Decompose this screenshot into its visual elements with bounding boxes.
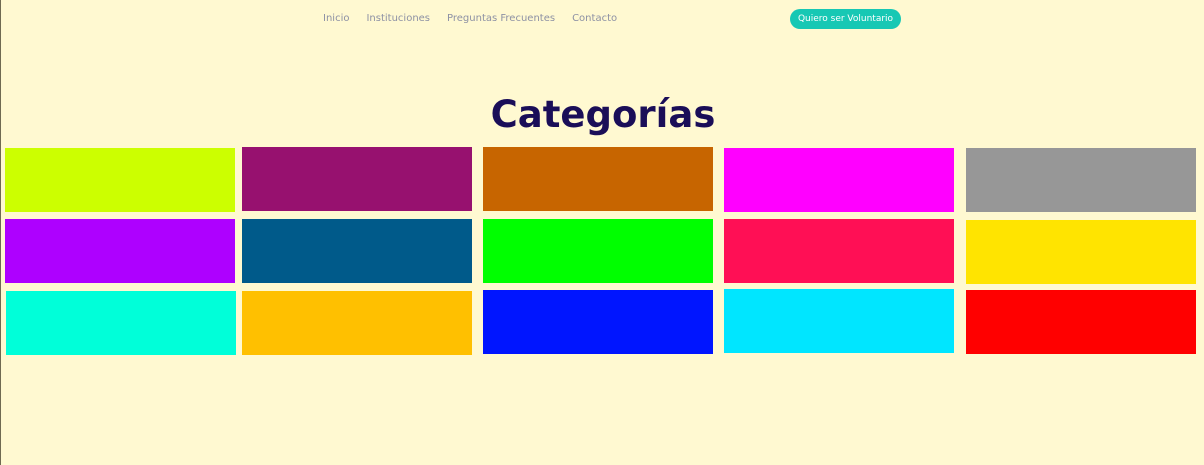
category-card[interactable] [483, 147, 713, 211]
category-card[interactable] [483, 219, 713, 283]
category-card[interactable] [242, 291, 472, 355]
category-card[interactable] [966, 148, 1196, 212]
category-card[interactable] [5, 219, 235, 283]
category-card[interactable] [242, 147, 472, 211]
category-card[interactable] [6, 291, 236, 355]
category-card[interactable] [966, 220, 1196, 284]
category-card[interactable] [724, 219, 954, 283]
category-card[interactable] [966, 290, 1196, 354]
category-card[interactable] [724, 289, 954, 353]
category-card[interactable] [242, 219, 472, 283]
category-grid [1, 0, 1204, 465]
category-card[interactable] [724, 148, 954, 212]
category-card[interactable] [483, 290, 713, 354]
category-card[interactable] [5, 148, 235, 212]
